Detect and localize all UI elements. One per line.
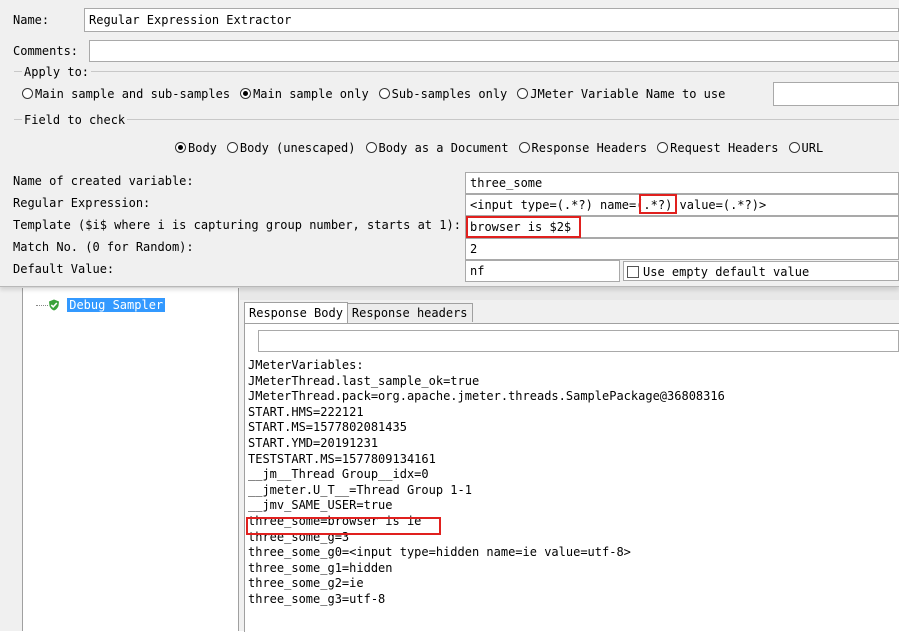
field-body-unescaped-radio[interactable]: Body (unescaped) xyxy=(226,141,356,155)
response-line: three_some_g=3 xyxy=(248,529,350,544)
response-line: START.MS=1577802081435 xyxy=(248,420,407,435)
template-field[interactable]: browser is $2$ xyxy=(465,216,899,238)
ref-name-label: Name of created variable: xyxy=(13,174,194,188)
jmeter-variable-input[interactable] xyxy=(773,82,899,106)
match-no-field[interactable]: 2 xyxy=(465,238,899,260)
match-no-label: Match No. (0 for Random): xyxy=(13,240,194,254)
radio-icon xyxy=(517,88,529,99)
tree-item-debug-sampler[interactable]: Debug Sampler xyxy=(48,297,166,313)
radio-icon xyxy=(518,142,530,153)
apply-sub-only-radio[interactable]: Sub-samples only xyxy=(378,87,507,101)
field-body-document-radio[interactable]: Body as a Document xyxy=(365,141,509,155)
tab-response-headers[interactable]: Response headers xyxy=(347,303,473,322)
radio-icon xyxy=(22,88,33,99)
tree-panel xyxy=(22,288,239,631)
radio-icon xyxy=(788,142,800,153)
response-line: three_some=browser is ie xyxy=(248,513,422,528)
default-value-field[interactable]: nf xyxy=(465,260,620,282)
response-line: three_some_g3=utf-8 xyxy=(248,591,386,606)
radio-icon xyxy=(378,88,390,99)
response-line: TESTSTART.MS=1577809134161 xyxy=(248,451,436,466)
name-field[interactable]: Regular Expression Extractor xyxy=(84,8,899,32)
tree-connector xyxy=(36,305,48,306)
response-line: START.YMD=20191231 xyxy=(248,435,379,450)
apply-main-and-sub-radio[interactable]: Main sample and sub-samples xyxy=(22,87,230,101)
comments-field[interactable] xyxy=(89,40,899,62)
field-body-radio[interactable]: Body xyxy=(175,141,217,155)
field-to-check-options: Body Body (unescaped) Body as a Document Re… xyxy=(175,140,833,156)
ref-name-field[interactable]: three_some xyxy=(465,172,899,194)
field-request-headers-radio[interactable]: Request Headers xyxy=(657,141,779,155)
response-line: JMeterThread.pack=org.apache.jmeter.thre… xyxy=(248,389,725,404)
template-label: Template ($i$ where i is capturing group… xyxy=(13,218,461,232)
response-line: __jm__Thread Group__idx=0 xyxy=(248,467,429,482)
radio-selected-icon xyxy=(240,88,252,99)
regex-field[interactable]: <input type=(.*?) name=(.*?) value=(.*?)… xyxy=(465,194,899,216)
radio-icon xyxy=(365,142,377,153)
radio-selected-icon xyxy=(175,142,186,153)
field-response-headers-radio[interactable]: Response Headers xyxy=(518,141,647,155)
tree-item-label: Debug Sampler xyxy=(67,298,166,312)
response-line: three_some_g1=hidden xyxy=(248,560,393,575)
checkbox-icon xyxy=(627,266,639,278)
apply-to-title: Apply to: xyxy=(22,64,92,80)
radio-icon xyxy=(657,142,669,153)
apply-to-options: Main sample and sub-samples Main sample o… xyxy=(22,86,735,102)
tab-response-body[interactable]: Response Body xyxy=(244,302,348,323)
response-line: __jmeter.U_T__=Thread Group 1-1 xyxy=(248,482,472,497)
apply-jmeter-var-radio[interactable]: JMeter Variable Name to use xyxy=(517,87,725,101)
response-line: JMeterThread.last_sample_ok=true xyxy=(248,373,480,388)
default-value-label: Default Value: xyxy=(13,262,115,276)
response-line: __jmv_SAME_USER=true xyxy=(248,498,393,513)
apply-main-only-radio[interactable]: Main sample only xyxy=(240,87,369,101)
comments-label: Comments: xyxy=(13,44,79,58)
response-tabs: Response Body Response headers xyxy=(244,302,473,323)
regex-label: Regular Expression: xyxy=(13,196,151,210)
response-search-input[interactable] xyxy=(258,330,899,352)
check-shield-icon xyxy=(48,299,60,311)
response-text-area: JMeterVariables: JMeterThread.last_sample… xyxy=(248,358,893,631)
field-to-check-title: Field to check xyxy=(22,112,128,128)
use-empty-default-label: Use empty default value xyxy=(643,265,810,279)
radio-icon xyxy=(226,142,238,153)
response-line: START.HMS=222121 xyxy=(248,404,364,419)
response-line: three_some_g2=ie xyxy=(248,576,364,591)
field-to-check-border xyxy=(14,119,899,120)
apply-to-border xyxy=(14,71,899,72)
response-line: three_some_g0=<input type=hidden name=ie… xyxy=(248,545,631,560)
response-line: JMeterVariables: xyxy=(248,358,364,372)
use-empty-default-checkbox[interactable]: Use empty default value xyxy=(623,261,899,281)
field-url-radio[interactable]: URL xyxy=(788,141,823,155)
name-label: Name: xyxy=(13,13,50,27)
